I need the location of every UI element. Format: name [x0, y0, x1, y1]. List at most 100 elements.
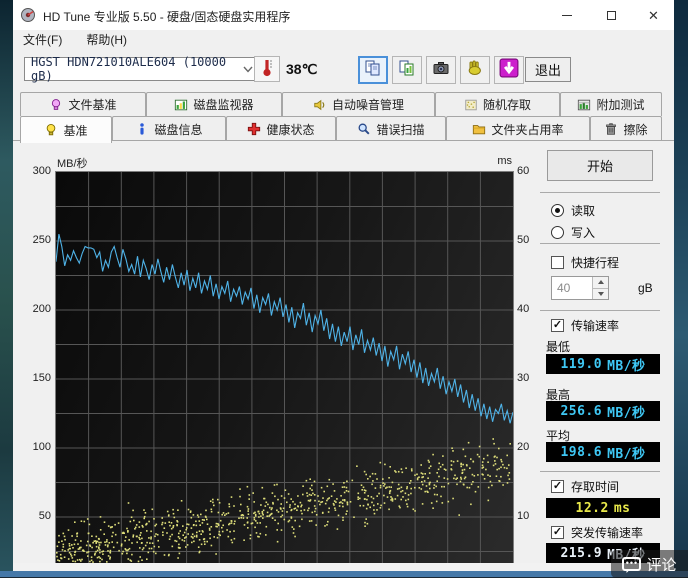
avg-unit: MB/秒 — [607, 446, 646, 462]
min-readout: 119.0 MB/秒 — [546, 354, 660, 374]
drive-select[interactable]: HGST HDN721010ALE604 (10000 gB) — [24, 55, 260, 83]
start-label: 开始 — [586, 159, 613, 174]
close-icon: ✕ — [648, 7, 659, 23]
tab-label: 磁盘信息 — [154, 122, 203, 137]
divider — [540, 192, 660, 193]
benchmark-plot-canvas — [55, 172, 514, 564]
min-unit: MB/秒 — [607, 358, 646, 374]
transfer-rate-checkbox[interactable]: ✓ — [551, 319, 564, 332]
minimize-button[interactable] — [545, 0, 589, 30]
access-time-row[interactable]: ✓ 存取时间 — [551, 478, 619, 495]
read-radio-row[interactable]: 读取 — [551, 202, 595, 219]
speckled-square-icon — [464, 98, 478, 112]
tab-disk-info[interactable]: 磁盘信息 — [112, 116, 226, 141]
tab-error-scan[interactable]: 错误扫描 — [336, 116, 446, 141]
menu-help[interactable]: 帮助(H) — [83, 30, 130, 49]
copy-results-button[interactable] — [358, 56, 388, 84]
max-value: 256.6 — [560, 403, 603, 419]
tab-erase[interactable]: 擦除 — [590, 116, 662, 141]
download-button[interactable] — [494, 56, 524, 84]
tab-label: 文件夹占用率 — [491, 122, 564, 137]
tab-label: 附加测试 — [596, 98, 645, 112]
left-axis-title: MB/秒 — [57, 158, 88, 170]
tab-aam[interactable]: 自动噪音管理 — [282, 92, 435, 116]
tab-extra-tests[interactable]: 附加测试 — [560, 92, 662, 116]
folder-icon — [472, 122, 486, 136]
tab-label: 文件基准 — [68, 98, 117, 112]
tab-label: 基准 — [63, 123, 88, 138]
tab-folder-usage[interactable]: 文件夹占用率 — [446, 116, 590, 141]
divider — [540, 310, 660, 311]
divider — [540, 471, 660, 472]
left-tick: 50 — [38, 510, 51, 522]
tab-file-benchmark[interactable]: 文件基准 — [20, 92, 146, 116]
tab-row-top: 文件基准 磁盘监视器 自动噪音管理 随机存取 附加测试 — [20, 92, 662, 116]
magnifier-icon — [357, 122, 371, 136]
menu-file[interactable]: 文件(F) — [20, 30, 65, 49]
desktop-background-right — [674, 0, 688, 578]
spin-up-button[interactable] — [593, 277, 608, 288]
exit-button[interactable]: 退出 — [525, 57, 571, 82]
access-time-unit: ms — [613, 500, 631, 516]
menubar: 文件(F) 帮助(H) — [13, 30, 674, 48]
access-time-value: 12.2 — [575, 500, 609, 516]
copy-icon — [364, 59, 382, 82]
right-tick: 50 — [517, 234, 530, 246]
left-tick: 100 — [32, 441, 51, 453]
chevron-down-icon — [243, 62, 253, 76]
download-arrow-icon — [499, 58, 519, 83]
min-label: 最低 — [546, 340, 571, 354]
comment-bubble-icon: ••• — [622, 557, 642, 571]
burst-rate-row[interactable]: ✓ 突发传输速率 — [551, 524, 643, 541]
tab-label: 错误扫描 — [376, 122, 425, 137]
left-tick: 200 — [32, 303, 51, 315]
short-stroke-checkbox[interactable] — [551, 256, 564, 269]
camera-icon — [432, 59, 450, 82]
spinner-buttons — [592, 277, 608, 299]
left-tick: 300 — [32, 165, 51, 177]
right-tick: 60 — [517, 165, 530, 177]
start-button[interactable]: 开始 — [547, 150, 653, 181]
copy-image-button[interactable] — [392, 56, 422, 84]
min-value: 119.0 — [560, 356, 603, 372]
arrow-up-icon — [597, 280, 604, 285]
spin-down-button[interactable] — [593, 287, 608, 299]
short-stroke-input[interactable] — [552, 277, 592, 299]
maximize-icon — [606, 10, 616, 20]
read-radio-label: 读取 — [571, 204, 596, 218]
write-radio[interactable] — [551, 226, 564, 239]
red-cross-icon — [247, 122, 261, 136]
screen: HD Tune 专业版 5.50 - 硬盘/固态硬盘实用程序 ✕ 文件(F) 帮… — [0, 0, 688, 578]
transfer-rate-row[interactable]: ✓ 传输速率 — [551, 317, 619, 334]
tab-benchmark[interactable]: 基准 — [20, 116, 112, 143]
bar-chart-icon — [174, 98, 188, 112]
burst-rate-label: 突发传输速率 — [571, 526, 644, 540]
right-tick: 30 — [517, 372, 530, 384]
access-time-label: 存取时间 — [571, 480, 620, 494]
tab-disk-monitor[interactable]: 磁盘监视器 — [146, 92, 282, 116]
access-time-readout: 12.2 ms — [546, 498, 660, 518]
tab-health[interactable]: 健康状态 — [226, 116, 336, 141]
comment-overlay-button[interactable]: ••• 评论 — [611, 550, 688, 578]
divider — [540, 243, 660, 244]
read-radio[interactable] — [551, 204, 564, 217]
burst-rate-checkbox[interactable]: ✓ — [551, 526, 564, 539]
right-axis-title: ms — [497, 155, 512, 167]
temperature-button[interactable] — [254, 56, 280, 82]
short-stroke-row[interactable]: 快捷行程 — [551, 254, 619, 271]
divider — [13, 140, 674, 141]
close-button[interactable]: ✕ — [633, 0, 674, 30]
access-time-checkbox[interactable]: ✓ — [551, 480, 564, 493]
drive-select-value: HGST HDN721010ALE604 (10000 gB) — [31, 55, 227, 83]
maximize-button[interactable] — [589, 0, 633, 30]
hand-button[interactable] — [460, 56, 490, 84]
arrow-down-icon — [597, 291, 604, 296]
window-bottom-strip — [13, 563, 674, 571]
hand-icon — [466, 59, 484, 82]
tab-random-access[interactable]: 随机存取 — [435, 92, 560, 116]
write-radio-row[interactable]: 写入 — [551, 224, 595, 241]
grid-chart-icon — [577, 98, 591, 112]
tab-label: 擦除 — [623, 122, 648, 137]
desktop-background-left — [0, 0, 13, 578]
screenshot-button[interactable] — [426, 56, 456, 84]
